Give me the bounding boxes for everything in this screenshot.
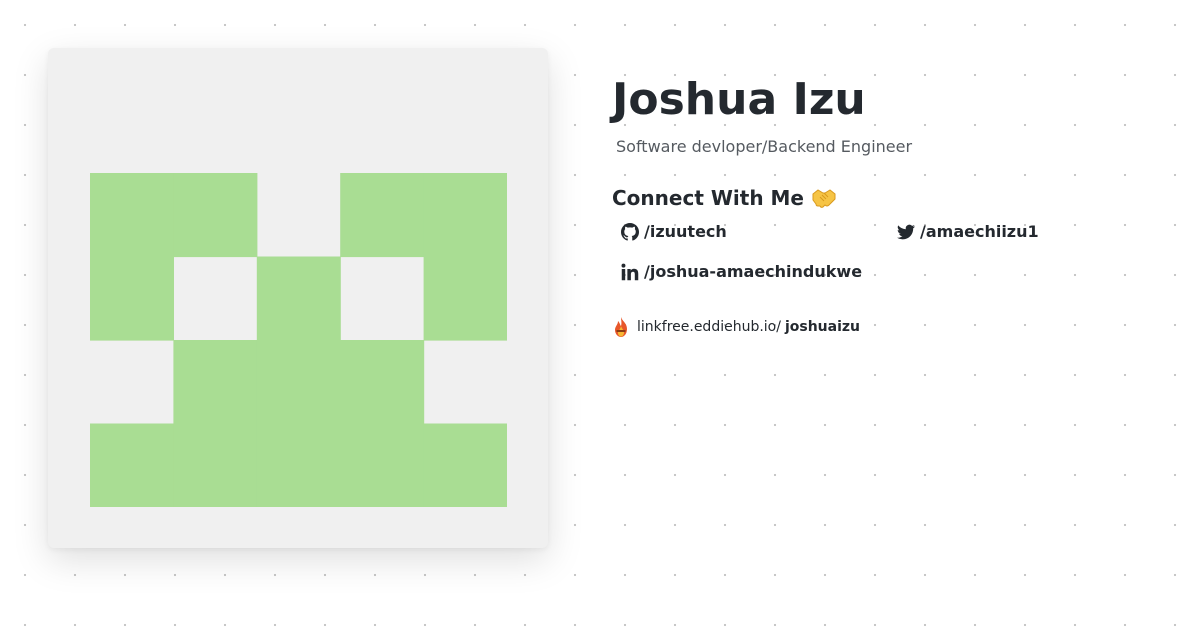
connect-heading: Connect With Me xyxy=(612,184,1172,212)
profile-name: Joshua Izu xyxy=(612,74,866,125)
identicon-cell xyxy=(256,256,341,341)
twitter-handle: /amaechiizu1 xyxy=(920,222,1039,241)
social-links: /izuutech /amaechiizu1 /joshua-amaechind… xyxy=(612,222,1172,302)
github-handle: /izuutech xyxy=(644,222,727,241)
twitter-link[interactable]: /amaechiizu1 xyxy=(897,222,1039,242)
linkedin-link[interactable]: /joshua-amaechindukwe xyxy=(621,262,862,282)
identicon-cell xyxy=(340,423,425,507)
linkfree-username: joshuaizu xyxy=(784,319,861,335)
identicon-cell xyxy=(340,173,425,258)
linkfree-flame-icon xyxy=(615,317,627,337)
linkedin-handle: /joshua-amaechindukwe xyxy=(644,262,863,281)
profile-info: Joshua Izu Software devloper/Backend Eng… xyxy=(612,72,1172,338)
identicon-cell xyxy=(340,340,425,425)
avatar-card xyxy=(48,48,548,548)
identicon-cell xyxy=(256,423,341,507)
identicon-cell xyxy=(90,423,174,507)
github-link[interactable]: /izuutech xyxy=(621,222,727,242)
github-icon xyxy=(621,223,639,241)
linkfree-prefix: linkfree.eddiehub.io/ xyxy=(637,319,781,335)
identicon-cell xyxy=(423,256,507,341)
identicon-cell xyxy=(423,173,507,258)
profile-tagline: Software devloper/Backend Engineer xyxy=(616,137,913,156)
identicon-cell xyxy=(256,340,341,425)
linkfree-link[interactable]: linkfree.eddiehub.io/ joshuaizu xyxy=(612,316,1172,338)
handshake-icon xyxy=(812,189,836,208)
identicon-cell xyxy=(173,340,258,425)
identicon-cell xyxy=(423,423,507,507)
identicon-cell xyxy=(90,173,174,258)
identicon-cell xyxy=(90,256,174,341)
identicon-cell xyxy=(173,173,258,258)
identicon-avatar xyxy=(90,173,507,507)
linkedin-icon xyxy=(621,263,639,281)
identicon-cell xyxy=(173,423,258,507)
connect-heading-text: Connect With Me xyxy=(612,186,804,210)
twitter-icon xyxy=(897,223,915,241)
